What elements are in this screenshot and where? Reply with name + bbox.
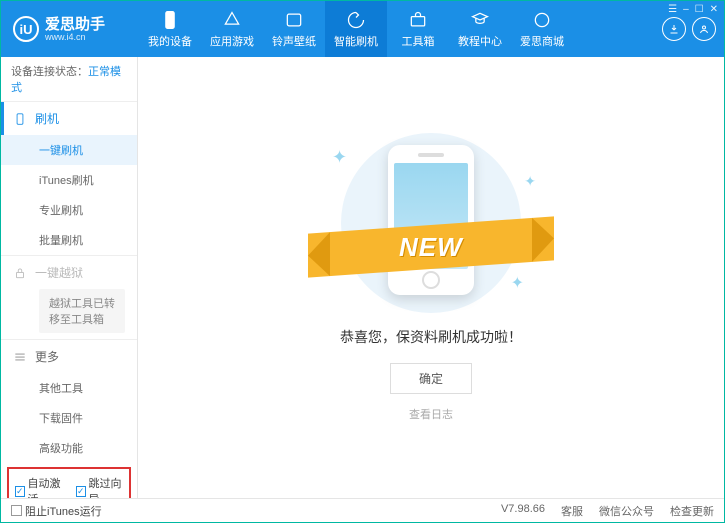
store-icon [532,10,552,30]
options-highlight-box: ✓ 自动激活 ✓ 跳过向导 [7,467,131,498]
user-button[interactable] [692,17,716,41]
sidebar-item-label: 一键越狱 [35,264,83,281]
sidebar-pro-flash[interactable]: 专业刷机 [1,195,137,225]
sidebar-other-tools[interactable]: 其他工具 [1,373,137,403]
phone-icon [160,10,180,30]
checkbox-auto-activate[interactable]: ✓ 自动激活 [15,475,62,498]
nav-toolbox[interactable]: 工具箱 [387,1,449,57]
sidebar-more[interactable]: 更多 [1,340,137,373]
sidebar-oneclick-flash[interactable]: 一键刷机 [1,135,137,165]
window-controls: ☰ – ☐ ✕ [668,4,718,15]
sidebar-flash[interactable]: 刷机 [1,102,137,135]
success-message: 恭喜您，保资料刷机成功啦！ [340,327,522,347]
nav-tutorials[interactable]: 教程中心 [449,1,511,57]
check-icon: ✓ [76,486,86,497]
customer-service-link[interactable]: 客服 [561,503,583,519]
toolbox-icon [408,10,428,30]
sparkle-icon: ✦ [332,147,347,168]
checkbox-label: 跳过向导 [89,475,123,498]
lock-icon [13,266,27,280]
brand-title: 爱思助手 [45,17,105,32]
brand-url: www.i4.cn [45,32,105,42]
sparkle-icon: ✦ [511,273,524,293]
checkbox-label: 阻止iTunes运行 [25,503,102,519]
sidebar-advanced[interactable]: 高级功能 [1,433,137,463]
download-button[interactable] [662,17,686,41]
menu-icon [13,350,27,364]
version-label: V7.98.66 [501,503,545,519]
header: iU 爱思助手 www.i4.cn 我的设备 应用游戏 铃声壁纸 智能刷机 工具… [1,1,724,57]
check-update-link[interactable]: 检查更新 [670,503,714,519]
sidebar-item-label: 更多 [35,348,59,365]
nav-label: 应用游戏 [210,33,254,49]
flash-icon [346,10,366,30]
nav-label: 智能刷机 [334,33,378,49]
sidebar-item-label: 刷机 [35,110,59,127]
jailbreak-note: 越狱工具已转移至工具箱 [39,289,125,333]
settings-icon[interactable]: ☰ [668,4,677,15]
checkbox-icon [11,505,22,516]
nav-flash[interactable]: 智能刷机 [325,1,387,57]
phone-icon [13,112,27,126]
phone-graphic [388,145,474,295]
logo-icon: iU [13,16,39,42]
tutorial-icon [470,10,490,30]
nav-label: 铃声壁纸 [272,33,316,49]
sidebar-jailbreak[interactable]: 一键越狱 [1,256,137,289]
status-label: 设备连接状态： [11,66,88,78]
nav-store[interactable]: 爱思商城 [511,1,573,57]
ok-button[interactable]: 确定 [390,363,472,394]
checkbox-label: 自动激活 [28,475,62,498]
minimize-icon[interactable]: – [683,4,689,15]
nav-label: 我的设备 [148,33,192,49]
header-right [662,17,716,41]
logo-area: iU 爱思助手 www.i4.cn [13,16,139,42]
nav: 我的设备 应用游戏 铃声壁纸 智能刷机 工具箱 教程中心 爱思商城 [139,1,573,57]
nav-ringtones[interactable]: 铃声壁纸 [263,1,325,57]
nav-apps[interactable]: 应用游戏 [201,1,263,57]
sidebar: 设备连接状态：正常模式 刷机 一键刷机 iTunes刷机 专业刷机 批量刷机 一… [1,57,138,498]
connection-status: 设备连接状态：正常模式 [1,57,137,101]
nav-label: 工具箱 [402,33,435,49]
user-icon [698,23,710,35]
nav-my-device[interactable]: 我的设备 [139,1,201,57]
wechat-link[interactable]: 微信公众号 [599,503,654,519]
maximize-icon[interactable]: ☐ [695,4,704,15]
nav-label: 爱思商城 [520,33,564,49]
download-icon [668,23,680,35]
footer: 阻止iTunes运行 V7.98.66 客服 微信公众号 检查更新 [1,498,724,522]
view-log-link[interactable]: 查看日志 [409,406,453,422]
wallpaper-icon [284,10,304,30]
ribbon-text: NEW [399,232,463,263]
apps-icon [222,10,242,30]
sidebar-download-firmware[interactable]: 下载固件 [1,403,137,433]
sidebar-itunes-flash[interactable]: iTunes刷机 [1,165,137,195]
main-content: ✦ ✦ ✦ NEW 恭喜您，保资料刷机成功啦！ 确定 查看日志 [138,57,724,498]
checkbox-skip-guide[interactable]: ✓ 跳过向导 [76,475,123,498]
sidebar-batch-flash[interactable]: 批量刷机 [1,225,137,255]
check-icon: ✓ [15,486,25,497]
checkbox-block-itunes[interactable]: 阻止iTunes运行 [11,503,102,519]
close-icon[interactable]: ✕ [710,4,718,15]
success-illustration: ✦ ✦ ✦ NEW [326,133,536,313]
nav-label: 教程中心 [458,33,502,49]
sparkle-icon: ✦ [524,173,536,190]
